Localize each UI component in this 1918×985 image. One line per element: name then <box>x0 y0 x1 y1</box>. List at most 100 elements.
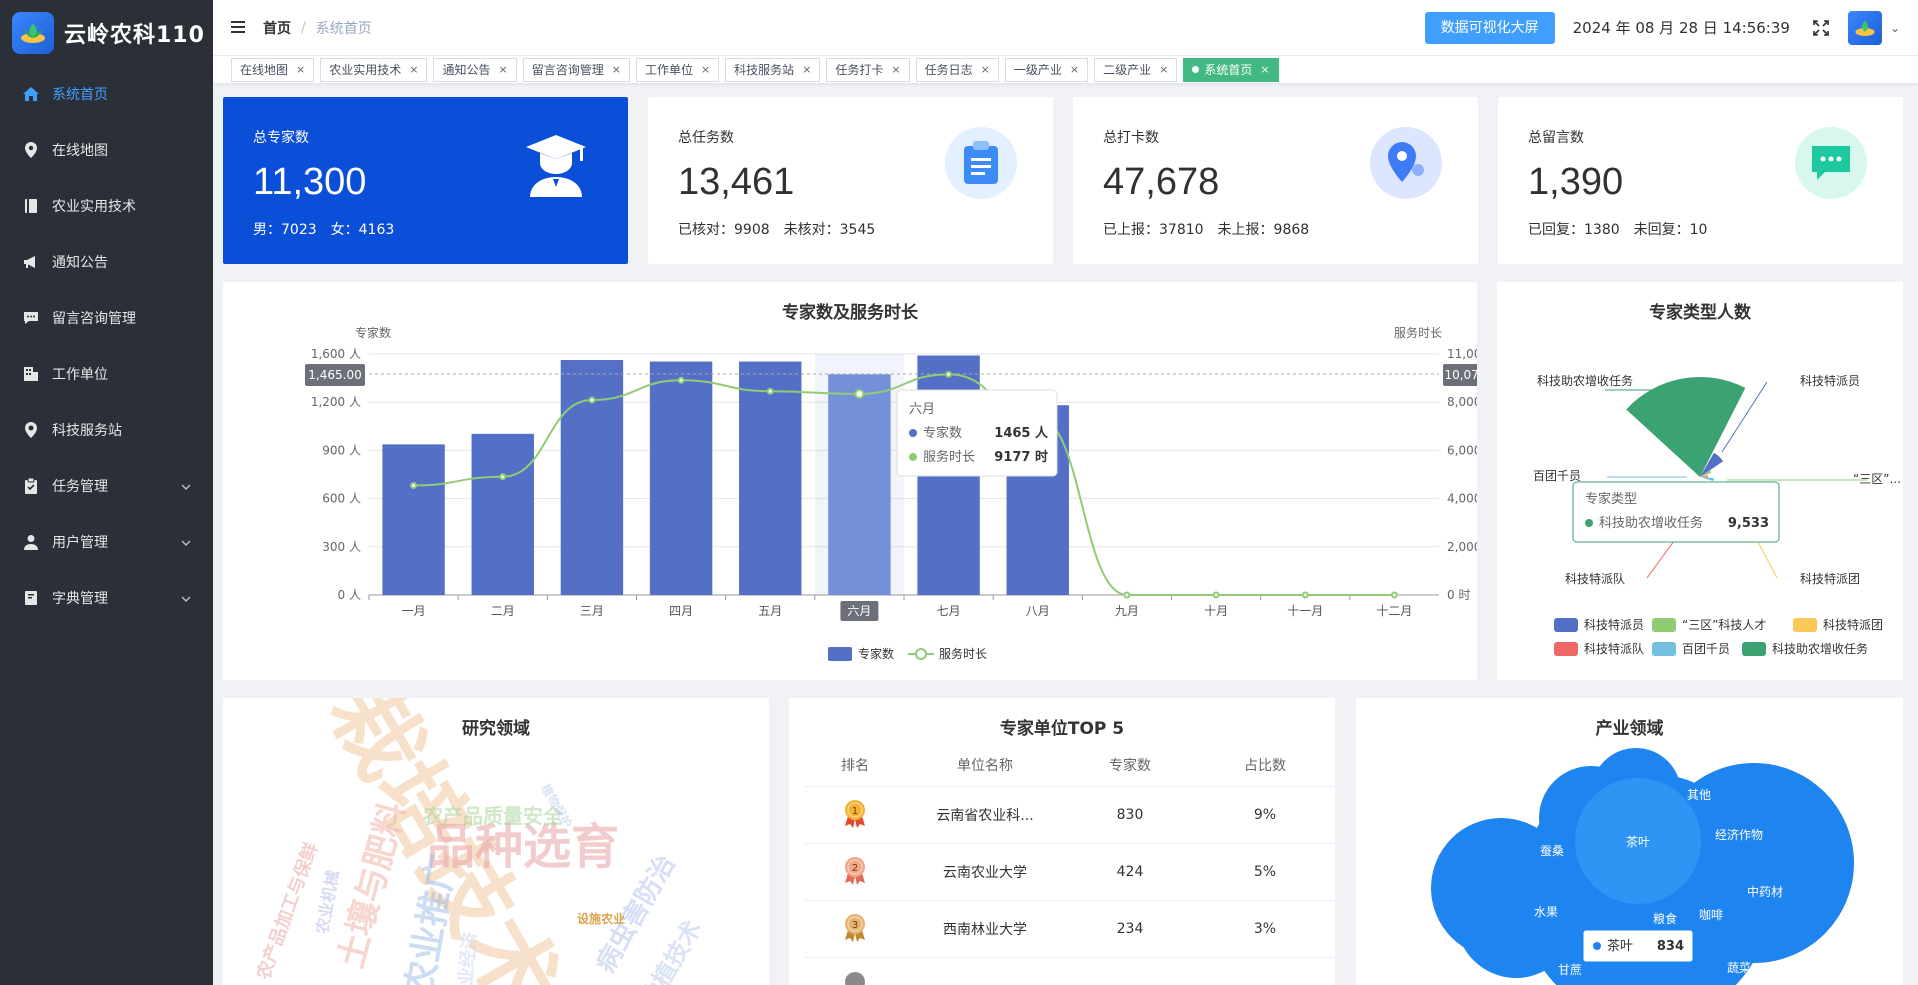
sidebar-item-8[interactable]: 用户管理 <box>0 514 213 570</box>
tab-9[interactable]: 二级产业 × <box>1094 57 1178 82</box>
stat-value: 1,390 <box>1528 161 1624 203</box>
sidebar-item-4[interactable]: 留言咨询管理 <box>0 290 213 346</box>
close-icon[interactable]: × <box>296 63 305 76</box>
tab-10[interactable]: 系统首页 × <box>1183 57 1279 82</box>
pie-tooltip-box <box>1572 481 1780 543</box>
pie-legend-label: 科技特派团 <box>1823 617 1883 632</box>
y-tick-label: 900 人 <box>322 443 361 457</box>
industry-panel: 产业领域 其他 经济作物 茶叶 蚕桑 中药材 水果 粮食 咖啡 蔬菜 甘蔗 茶叶 834 <box>1356 698 1903 985</box>
bar-一月 <box>382 444 445 595</box>
table-row[interactable]: 2 云南农业大学 424 5% <box>805 844 1335 901</box>
word-cloud-word: 土壤与肥料 <box>331 798 414 973</box>
sidebar: 云岭农科110 系统首页在线地图 农业实用技术 通知公告 留言咨询管理 工作单位 科技服务… <box>0 0 213 985</box>
table-row[interactable]: 3 西南林业大学 234 3% <box>805 901 1335 958</box>
x-tick-label: 九月 <box>1115 604 1139 618</box>
tab-label: 科技服务站 <box>734 63 795 77</box>
close-icon[interactable]: × <box>1070 63 1079 76</box>
close-icon[interactable]: × <box>612 63 621 76</box>
industry-tooltip-value: 834 <box>1657 939 1684 954</box>
data-screen-button[interactable]: 数据可视化大屏 <box>1424 11 1555 44</box>
x-tick-label: 十月 <box>1204 604 1228 618</box>
line-point <box>945 370 953 378</box>
sidebar-item-0[interactable]: 系统首页 <box>0 66 213 122</box>
hamburger-icon[interactable] <box>231 17 251 38</box>
industry-label: 蔬菜 <box>1727 961 1751 975</box>
breadcrumb-home[interactable]: 首页 <box>263 18 291 38</box>
word-cloud-word: 设施农业 <box>577 911 625 926</box>
tab-label: 通知公告 <box>442 63 491 77</box>
pie-label: 科技特派团 <box>1800 571 1860 586</box>
pie-legend-label: 科技特派员 <box>1584 617 1644 632</box>
pie-legend-label: “三区”科技人才 <box>1682 618 1766 632</box>
column-header: 单位名称 <box>957 757 1013 774</box>
fullscreen-icon[interactable] <box>1812 19 1830 37</box>
table-row[interactable] <box>805 958 1335 985</box>
column-header: 排名 <box>841 757 869 774</box>
sidebar-item-6[interactable]: 科技服务站 <box>0 402 213 458</box>
pie-tooltip: 专家类型科技助农增收任务 9,533 <box>1572 481 1780 543</box>
sidebar-item-9[interactable]: 字典管理 <box>0 570 213 626</box>
table-row[interactable]: 1 云南省农业科... 830 9% <box>805 787 1335 844</box>
tab-0[interactable]: 在线地图 × <box>231 57 315 82</box>
tab-7[interactable]: 任务日志 × <box>915 57 999 82</box>
stat-sub-item: 已回复：1380 <box>1528 222 1620 238</box>
industry-label: 经济作物 <box>1715 827 1763 842</box>
sidebar-item-7[interactable]: 任务管理 <box>0 458 213 514</box>
pie-legend-swatch <box>1742 642 1766 656</box>
clipboard-icon <box>945 127 1017 199</box>
bar-六月 <box>828 374 891 595</box>
tab-label: 系统首页 <box>1204 63 1253 77</box>
close-icon[interactable]: × <box>891 63 900 76</box>
expert-service-chart-panel: 专家数及服务时长 专家数服务时长0 人0 时300 人2,000 时600 人4… <box>223 282 1477 680</box>
tab-1[interactable]: 农业实用技术 × <box>320 57 428 82</box>
unit-name-cell: 云南农业大学 <box>943 865 1027 881</box>
close-icon[interactable]: × <box>1260 63 1269 76</box>
dictionary-icon <box>22 589 40 607</box>
tooltip-row-value: 9177 时 <box>994 449 1048 465</box>
legend-line-marker <box>915 648 927 660</box>
word-cloud-word: 农业机械 <box>312 869 342 936</box>
megaphone-icon <box>22 253 40 271</box>
unit-name-cell: 西南林业大学 <box>943 922 1027 938</box>
tab-3[interactable]: 留言咨询管理 × <box>522 57 630 82</box>
stat-sub-item: 未核对：3545 <box>783 222 876 238</box>
close-icon[interactable]: × <box>409 63 418 76</box>
stat-card-0: 总专家数 11,300 男：7023 女：4163 <box>223 97 628 264</box>
tab-4[interactable]: 工作单位 × <box>635 57 720 82</box>
close-icon[interactable]: × <box>701 63 710 76</box>
tab-8[interactable]: 一级产业 × <box>1004 57 1089 82</box>
line-point <box>588 396 596 404</box>
app-logo[interactable]: 云岭农科110 <box>0 0 213 66</box>
x-tick-label: 五月 <box>758 604 782 618</box>
y2-tick-label: 6,000 时 <box>1447 443 1477 457</box>
sidebar-item-5[interactable]: 工作单位 <box>0 346 213 402</box>
tab-label: 任务日志 <box>924 63 973 77</box>
sidebar-item-label: 系统首页 <box>52 87 108 103</box>
pie-legend-swatch <box>1554 642 1578 656</box>
pie-label-line <box>1756 539 1778 579</box>
close-icon[interactable]: × <box>1159 63 1168 76</box>
chevron-down-icon[interactable]: ⌄ <box>1890 21 1900 35</box>
pie-slice-科技助农增收任务 <box>1626 377 1746 477</box>
tab-6[interactable]: 任务打卡 × <box>826 57 910 82</box>
stat-value: 13,461 <box>678 161 795 203</box>
tab-2[interactable]: 通知公告 × <box>433 57 517 82</box>
close-icon[interactable]: × <box>498 63 507 76</box>
tags-view: 在线地图 × 农业实用技术 × 通知公告 × 留言咨询管理 × 工作单位 × 科技服务站 × 任务打卡 ×… <box>213 56 1918 84</box>
datetime-display: 2024 年 08 月 28 日 14:56:39 <box>1572 19 1790 37</box>
sidebar-item-label: 任务管理 <box>52 479 108 495</box>
close-icon[interactable]: × <box>802 63 811 76</box>
sidebar-item-3[interactable]: 通知公告 <box>0 234 213 290</box>
close-icon[interactable]: × <box>981 63 990 76</box>
sidebar-nav: 系统首页在线地图 农业实用技术 通知公告 留言咨询管理 工作单位 科技服务站任务管理用户管… <box>0 66 213 626</box>
word-cloud-word: 农产品质量安全 <box>422 804 564 828</box>
tab-label: 任务打卡 <box>835 63 884 77</box>
avatar[interactable] <box>1847 10 1882 45</box>
tab-5[interactable]: 科技服务站 × <box>725 57 821 82</box>
line-point <box>854 388 865 399</box>
line-point <box>1123 591 1131 599</box>
tooltip-row-value: 1465 人 <box>994 425 1049 441</box>
y-axis-label: 专家数 <box>355 325 391 340</box>
sidebar-item-1[interactable]: 在线地图 <box>0 122 213 178</box>
sidebar-item-2[interactable]: 农业实用技术 <box>0 178 213 234</box>
